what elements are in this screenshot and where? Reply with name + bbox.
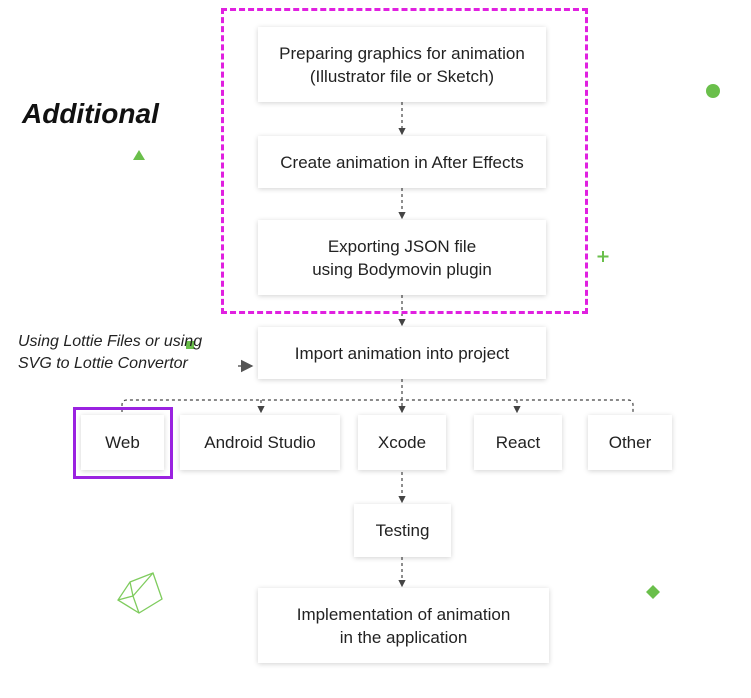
step-prepare-graphics: Preparing graphics for animation (Illust… — [258, 27, 546, 102]
step-export-json: Exporting JSON file using Bodymovin plug… — [258, 220, 546, 295]
import-note: Using Lottie Files or using SVG to Lotti… — [18, 333, 203, 372]
page-title: Additional — [22, 98, 159, 129]
platform-react: React — [474, 415, 562, 470]
step-implementation: Implementation of animation in the appli… — [258, 588, 549, 663]
highlight-web — [73, 407, 173, 479]
decor-diamond — [646, 585, 660, 599]
step-create-animation: Create animation in After Effects — [258, 136, 546, 188]
decor-circle — [706, 84, 720, 98]
platform-other: Other — [588, 415, 672, 470]
decor-cube — [117, 572, 163, 614]
platform-android-studio: Android Studio — [180, 415, 340, 470]
platform-xcode: Xcode — [358, 415, 446, 470]
decor-plus — [597, 251, 609, 262]
decor-triangle — [133, 150, 145, 160]
step-import-animation: Import animation into project — [258, 327, 546, 379]
connector-branch-line — [121, 399, 634, 412]
step-testing: Testing — [354, 504, 451, 557]
